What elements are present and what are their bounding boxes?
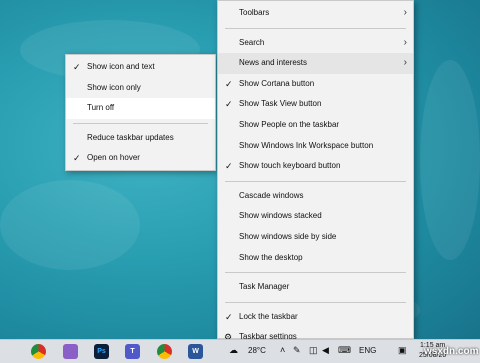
tray-app-icon[interactable]: ▣ [398,345,407,356]
check-icon: ✓ [225,99,233,110]
weather-icon[interactable]: ☁ [229,345,238,356]
menu-item-label: Show the desktop [239,252,303,262]
submenu-item-show-icon-and-text[interactable]: ✓ Show icon and text [66,57,215,78]
submenu-item-label: Open on hover [87,153,140,163]
word-icon[interactable]: W [188,344,203,359]
submenu-item-show-icon-only[interactable]: Show icon only [66,78,215,99]
language-indicator[interactable]: ENG [359,346,376,355]
menu-item-label: Lock the taskbar [239,311,298,321]
menu-item-label: Search [239,37,265,47]
check-icon: ✓ [225,78,233,89]
menu-item-show-windows-ink[interactable]: Show Windows Ink Workspace button [218,136,413,157]
pen-icon[interactable]: ✎ [293,345,301,356]
menu-item-label: Show Windows Ink Workspace button [239,140,374,150]
menu-item-news-and-interests[interactable]: News and interests › [218,53,413,74]
taskbar-context-menu: Toolbars › Search › News and interests ›… [217,0,414,342]
submenu-item-turn-off[interactable]: Turn off [66,98,215,119]
taskbar: Ps T W ☁ 28°C ˄ ✎ ◫ ◀ ⌨ ENG ▣ 1:15 am 25… [0,339,480,363]
submenu-item-label: Reduce taskbar updates [87,132,174,142]
volume-icon[interactable]: ◀ [322,345,329,356]
menu-item-show-people[interactable]: Show People on the taskbar [218,115,413,136]
submenu-item-reduce-taskbar-updates[interactable]: Reduce taskbar updates [66,128,215,149]
check-icon: ✓ [225,311,233,322]
menu-item-label: Cascade windows [239,190,304,200]
menu-separator [73,122,208,124]
menu-item-label: Show People on the taskbar [239,119,340,129]
menu-item-search[interactable]: Search › [218,33,413,54]
menu-item-label: Show windows stacked [239,211,322,221]
menu-item-label: Show windows side by side [239,231,337,241]
photoshop-icon[interactable]: Ps [94,344,109,359]
menu-item-show-windows-side-by-side[interactable]: Show windows side by side [218,227,413,248]
wallpaper-light [420,60,480,260]
submenu-item-label: Show icon only [87,82,141,92]
news-and-interests-submenu: ✓ Show icon and text Show icon only Turn… [65,54,216,171]
menu-item-cascade-windows[interactable]: Cascade windows [218,186,413,207]
chevron-right-icon: › [403,7,407,18]
menu-item-task-manager[interactable]: Task Manager [218,277,413,298]
menu-item-label: News and interests [239,58,308,68]
chrome-icon[interactable] [31,344,46,359]
menu-separator [225,27,406,29]
snipping-tool-icon[interactable] [63,344,78,359]
chevron-up-icon[interactable]: ˄ [280,345,285,355]
submenu-item-label: Turn off [87,103,115,113]
menu-item-show-task-view-button[interactable]: ✓ Show Task View button [218,94,413,115]
menu-item-show-touch-keyboard[interactable]: ✓ Show touch keyboard button [218,156,413,177]
menu-item-show-cortana-button[interactable]: ✓ Show Cortana button [218,74,413,95]
menu-separator [225,180,406,182]
menu-item-toolbars[interactable]: Toolbars › [218,3,413,24]
menu-item-label: Show Cortana button [239,78,315,88]
chevron-right-icon: › [403,57,407,69]
menu-item-label: Show touch keyboard button [239,161,341,171]
check-icon: ✓ [225,161,233,172]
menu-item-label: Show Task View button [239,99,322,109]
menu-separator [225,272,406,274]
keyboard-icon[interactable]: ⌨ [338,345,351,356]
chrome-icon[interactable] [157,344,172,359]
network-icon[interactable]: ◫ [309,345,318,356]
weather-temperature[interactable]: 28°C [248,346,266,355]
chevron-right-icon: › [403,36,407,48]
teams-icon[interactable]: T [125,344,140,359]
submenu-item-label: Show icon and text [87,62,155,71]
check-icon: ✓ [73,153,81,164]
menu-item-show-the-desktop[interactable]: Show the desktop [218,248,413,269]
submenu-item-open-on-hover[interactable]: ✓ Open on hover [66,148,215,169]
menu-item-show-windows-stacked[interactable]: Show windows stacked [218,206,413,227]
check-icon: ✓ [73,62,81,72]
menu-item-label: Task Manager [239,282,290,292]
menu-item-lock-the-taskbar[interactable]: ✓ Lock the taskbar [218,307,413,328]
wallpaper-light [0,180,140,270]
menu-item-label: Toolbars [239,8,270,17]
watermark: wsxdn.com [424,346,479,357]
menu-separator [225,301,406,303]
